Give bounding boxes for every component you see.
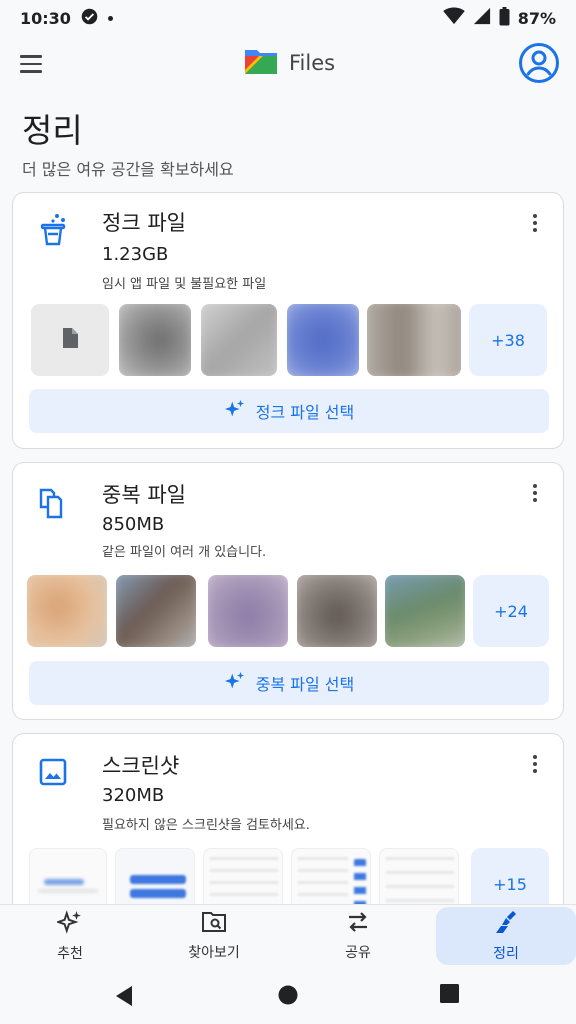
file-thumbnail[interactable] — [119, 304, 191, 376]
check-circle-icon — [81, 8, 98, 29]
account-button[interactable] — [518, 42, 560, 84]
more-options-button[interactable] — [523, 478, 547, 508]
signal-icon — [473, 7, 491, 29]
file-thumbnail[interactable] — [27, 575, 107, 647]
select-button-label: 중복 파일 선택 — [255, 675, 355, 694]
junk-files-card[interactable]: 정크 파일 1.23GB 임시 앱 파일 및 불필요한 파일 +38 정크 파일… — [12, 192, 564, 449]
more-files-count[interactable]: +38 — [469, 304, 547, 376]
thumbnail-image — [27, 575, 107, 647]
bottom-navigation: 추천 찾아보기 공유 정리 — [0, 904, 576, 968]
image-icon — [39, 758, 69, 788]
card-title: 스크린샷 — [102, 754, 180, 778]
duplicate-files-card[interactable]: 중복 파일 850MB 같은 파일이 여러 개 있습니다. +24 중복 파일 … — [12, 462, 564, 720]
thumbnail-image — [44, 879, 84, 885]
home-icon[interactable] — [277, 984, 301, 1008]
nav-label: 공유 — [345, 945, 371, 961]
more-vert-icon — [533, 484, 537, 488]
select-junk-files-button[interactable]: 정크 파일 선택 — [29, 389, 549, 433]
select-duplicate-files-button[interactable]: 중복 파일 선택 — [29, 661, 549, 705]
nav-label: 정리 — [493, 946, 519, 962]
card-size: 850MB — [102, 514, 165, 535]
file-thumbnail[interactable] — [367, 304, 461, 376]
more-options-button[interactable] — [523, 208, 547, 238]
nav-item-recommend[interactable]: 추천 — [0, 907, 140, 965]
thumbnail-image — [287, 304, 359, 376]
broom-icon — [493, 909, 519, 939]
card-description: 필요하지 않은 스크린샷을 검토하세요. — [102, 818, 310, 833]
app-title-text: Files — [289, 51, 336, 75]
file-thumbnail[interactable] — [287, 304, 359, 376]
recents-icon[interactable] — [440, 984, 464, 1008]
page-subtitle: 더 많은 여유 공간을 확보하세요 — [22, 160, 234, 179]
page-title: 정리 — [22, 111, 83, 150]
thumbnail-image — [38, 889, 98, 893]
junk-clean-icon — [39, 213, 69, 246]
nav-label: 찾아보기 — [188, 945, 240, 961]
more-vert-icon — [533, 755, 537, 759]
card-title: 정크 파일 — [102, 211, 186, 235]
nav-item-clean[interactable]: 정리 — [436, 907, 576, 965]
back-icon[interactable] — [114, 984, 138, 1008]
card-size: 1.23GB — [102, 244, 169, 265]
thumbnail-image — [385, 575, 465, 647]
thumbnail-image — [130, 875, 186, 884]
app-title: Files — [243, 46, 335, 80]
battery-icon — [499, 6, 510, 30]
file-thumbnail[interactable] — [31, 304, 109, 376]
card-title: 중복 파일 — [102, 483, 186, 507]
thumbnail-image — [297, 575, 377, 647]
menu-button[interactable] — [20, 48, 56, 80]
select-button-label: 정크 파일 선택 — [255, 403, 355, 422]
card-description: 임시 앱 파일 및 불필요한 파일 — [102, 277, 267, 292]
thumbnail-image — [130, 889, 186, 898]
nav-item-share[interactable]: 공유 — [288, 907, 428, 965]
card-description: 같은 파일이 여러 개 있습니다. — [102, 545, 267, 560]
thumbnail-image — [367, 304, 461, 376]
menu-icon-line — [20, 70, 42, 73]
status-time: 10:30 — [20, 8, 71, 28]
menu-icon-line — [20, 62, 42, 66]
file-thumbnail[interactable] — [201, 304, 277, 376]
screenshots-card[interactable]: 스크린샷 320MB 필요하지 않은 스크린샷을 검토하세요. +15 — [12, 733, 564, 933]
status-bar: 10:30 87% — [0, 0, 576, 36]
file-thumbnail[interactable] — [297, 575, 377, 647]
sparkle-icon — [55, 909, 83, 939]
thumbnail-image — [119, 304, 191, 376]
thumbnail-image — [201, 304, 277, 376]
thumbnail-image — [116, 575, 196, 647]
nav-item-browse[interactable]: 찾아보기 — [144, 907, 284, 965]
nav-label: 추천 — [57, 946, 83, 962]
card-size: 320MB — [102, 785, 165, 806]
menu-icon-line — [20, 55, 42, 58]
thumbnail-image — [208, 575, 288, 647]
account-circle-icon — [518, 43, 560, 88]
sparkle-icon — [224, 398, 246, 424]
document-icon — [62, 328, 78, 352]
more-vert-icon — [533, 214, 537, 218]
file-thumbnail[interactable] — [208, 575, 288, 647]
files-logo-icon — [243, 46, 279, 80]
system-navigation-bar — [0, 968, 576, 1024]
sparkle-icon — [224, 670, 246, 696]
folder-search-icon — [201, 910, 227, 938]
battery-percent: 87% — [517, 8, 556, 28]
app-bar: Files — [0, 36, 576, 92]
wifi-icon — [442, 7, 465, 29]
notification-dot-icon — [107, 15, 113, 21]
more-options-button[interactable] — [523, 749, 547, 779]
file-thumbnail[interactable] — [385, 575, 465, 647]
swap-arrows-icon — [345, 910, 371, 938]
duplicate-files-icon — [39, 486, 69, 519]
more-files-count[interactable]: +24 — [473, 575, 549, 647]
file-thumbnail[interactable] — [116, 575, 196, 647]
